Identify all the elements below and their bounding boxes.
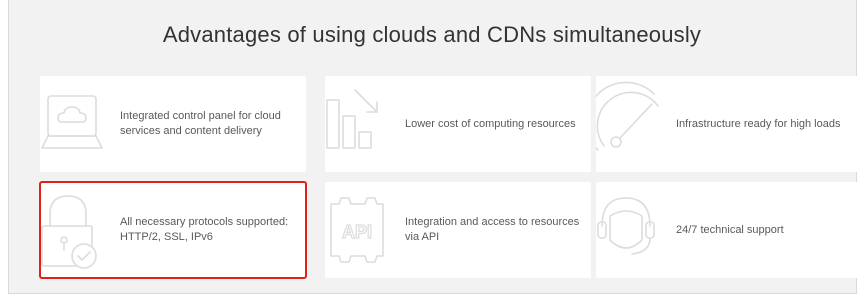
speedometer-icon (585, 76, 668, 172)
api-gear-icon: API (325, 182, 397, 278)
advantage-card-api[interactable]: API Integration and access to resources … (325, 182, 591, 278)
card-label: Infrastructure ready for high loads (676, 117, 841, 130)
card-label: Integration and access to resources via … (405, 216, 580, 243)
card-label: 24/7 technical support (676, 223, 784, 236)
headset-icon (596, 182, 668, 278)
card-label: Lower cost of computing resources (405, 117, 576, 130)
cloud-panel-icon (40, 76, 112, 172)
advantage-card-protocols[interactable]: All necessary protocols supported: HTTP/… (39, 181, 307, 279)
advantage-card-lower-cost[interactable]: Lower cost of computing resources (325, 76, 591, 172)
card-label: Integrated control panel for cloud servi… (120, 110, 281, 137)
advantage-card-control-panel[interactable]: Integrated control panel for cloud servi… (40, 76, 306, 172)
section-title: Advantages of using clouds and CDNs simu… (162, 22, 702, 47)
advantage-card-high-loads[interactable]: Infrastructure ready for high loads (585, 76, 862, 172)
lock-check-icon (40, 182, 112, 278)
advantage-card-support[interactable]: 24/7 technical support (596, 182, 862, 278)
svg-text:API: API (342, 222, 372, 242)
cost-chart-icon (325, 76, 397, 172)
card-label: All necessary protocols supported: HTTP/… (120, 216, 289, 243)
